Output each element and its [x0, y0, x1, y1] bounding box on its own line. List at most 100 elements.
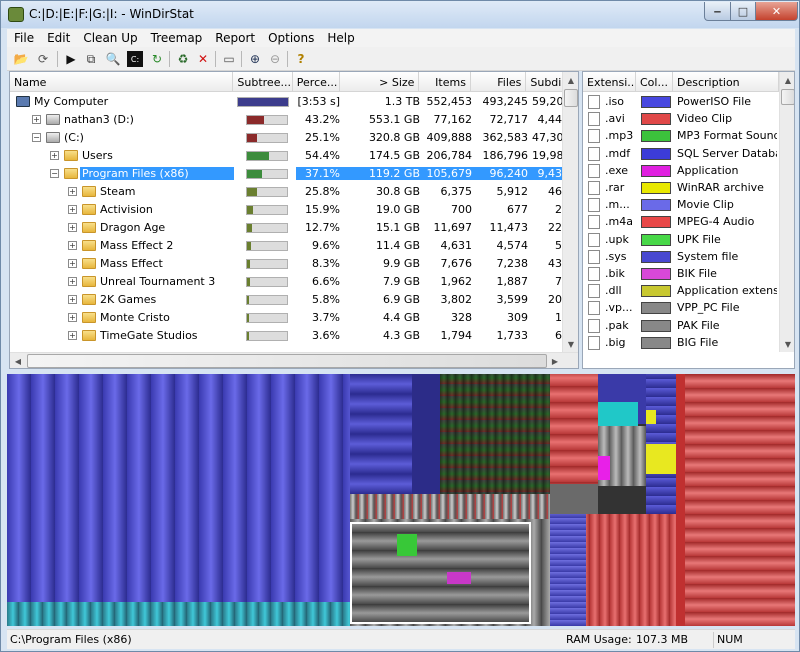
scroll-left-icon[interactable]: ◀: [10, 353, 26, 368]
col-items[interactable]: Items: [419, 72, 471, 92]
menu-options[interactable]: Options: [261, 29, 320, 47]
scroll-up-icon[interactable]: ▲: [780, 72, 794, 88]
tree-row[interactable]: + Steam 25.8% 30.8 GB 6,375 5,912 46: [10, 183, 562, 201]
tree-row[interactable]: − (C:) 25.1% 320.8 GB 409,888 362,583 47,30: [10, 129, 562, 147]
treemap-block-blue-3[interactable]: [412, 374, 440, 494]
tree-vertical-scrollbar[interactable]: ▲ ▼: [562, 72, 578, 352]
tree-hscroll-thumb[interactable]: [27, 354, 547, 368]
treemap-block-magenta[interactable]: [447, 572, 471, 584]
treemap-block-iso[interactable]: [7, 374, 350, 609]
col-files[interactable]: Files: [471, 72, 527, 92]
treemap-block-yellow[interactable]: [646, 444, 676, 474]
treemap-block-green[interactable]: [397, 534, 417, 556]
col-subdirs[interactable]: Subdir: [526, 72, 566, 92]
delete-icon[interactable]: ✕: [195, 51, 211, 67]
ext-scroll-thumb[interactable]: [781, 89, 794, 105]
expand-icon[interactable]: +: [68, 187, 77, 196]
tree-item-name[interactable]: Users: [80, 149, 234, 162]
menu-report[interactable]: Report: [208, 29, 261, 47]
extension-row[interactable]: .m... Movie Clip: [583, 196, 779, 214]
treemap-block-cyan[interactable]: [598, 402, 638, 426]
tree-item-name[interactable]: My Computer: [32, 95, 234, 108]
extension-row[interactable]: .big BIG File: [583, 334, 779, 352]
expand-icon[interactable]: −: [50, 169, 59, 178]
expand-icon[interactable]: +: [68, 313, 77, 322]
zoom-out-icon[interactable]: ⊖: [267, 51, 283, 67]
treemap-block-red-2[interactable]: [676, 374, 685, 626]
treemap-block-red-3[interactable]: [685, 374, 795, 626]
tree-row[interactable]: − Program Files (x86) 37.1% 119.2 GB 105,679…: [10, 165, 562, 183]
expand-icon[interactable]: +: [68, 241, 77, 250]
close-button[interactable]: ✕: [755, 2, 798, 21]
tree-row[interactable]: + Users 54.4% 174.5 GB 206,784 186,796 19,98: [10, 147, 562, 165]
tree-row[interactable]: My Computer [3:53 s] 1.3 TB 552,453 493,245 5…: [10, 93, 562, 111]
menu-file[interactable]: File: [7, 29, 40, 47]
expand-icon[interactable]: +: [68, 223, 77, 232]
expand-icon[interactable]: −: [32, 133, 41, 142]
cmd-icon[interactable]: C:: [127, 51, 143, 67]
tree-row[interactable]: +2K Games 5.8% 6.9 GB 3,802 3,599 20: [10, 291, 562, 309]
tree-row[interactable]: + Monte Cristo 3.7% 4.4 GB 328 309 1: [10, 309, 562, 327]
extension-row[interactable]: .avi Video Clip: [583, 110, 779, 128]
col-extension[interactable]: Extensi...: [583, 72, 636, 92]
minimize-button[interactable]: ‒: [704, 2, 731, 21]
tree-item-name[interactable]: Mass Effect 2: [98, 239, 234, 252]
col-subtree[interactable]: Subtree...: [233, 72, 293, 92]
tree-row[interactable]: + Unreal Tournament 3 6.6% 7.9 GB 1,962 1,887…: [10, 273, 562, 291]
expand-icon[interactable]: +: [68, 295, 77, 304]
menu-clean-up[interactable]: Clean Up: [76, 29, 143, 47]
tree-horizontal-scrollbar[interactable]: ◀ ▶: [10, 352, 578, 368]
directory-tree[interactable]: Name Subtree... Perce... > Size Items Fi…: [9, 71, 579, 369]
tree-scroll-thumb[interactable]: [564, 89, 578, 107]
copy-icon[interactable]: ⧉: [83, 51, 99, 67]
menu-help[interactable]: Help: [320, 29, 360, 47]
maximize-button[interactable]: □: [730, 2, 756, 21]
tree-row[interactable]: + TimeGate Studios 3.6% 4.3 GB 1,794 1,733 6: [10, 327, 562, 345]
treemap-selection-highlight[interactable]: [350, 522, 531, 624]
treemap-block-teal[interactable]: [7, 602, 350, 626]
tree-row[interactable]: + nathan3 (D:) 43.2% 553.1 GB 77,162 72,717 4,…: [10, 111, 562, 129]
extension-list[interactable]: Extensi... Col... Description .iso PowerI…: [582, 71, 795, 369]
refresh-all-icon[interactable]: ↻: [149, 51, 165, 67]
tree-item-name[interactable]: (C:): [62, 131, 234, 144]
extension-row[interactable]: .mdf SQL Server Database: [583, 145, 779, 163]
col-color[interactable]: Col...: [636, 72, 673, 92]
help-icon[interactable]: ?: [293, 51, 309, 67]
cleanup-icon[interactable]: ♻: [175, 51, 191, 67]
tree-row[interactable]: + Mass Effect 2 9.6% 11.4 GB 4,631 4,574 5: [10, 237, 562, 255]
treemap-block-magenta-2[interactable]: [598, 456, 610, 480]
ext-vertical-scrollbar[interactable]: ▲ ▼: [779, 72, 794, 352]
tree-row[interactable]: + Mass Effect 8.3% 9.9 GB 7,676 7,238 43: [10, 255, 562, 273]
menu-edit[interactable]: Edit: [40, 29, 76, 47]
extension-row[interactable]: .mp3 MP3 Format Sound: [583, 127, 779, 145]
expand-icon[interactable]: +: [68, 331, 77, 340]
expand-icon[interactable]: +: [50, 151, 59, 160]
tree-item-name[interactable]: Activision: [98, 203, 234, 216]
extension-row[interactable]: .bik BIK File: [583, 265, 779, 283]
col-name[interactable]: Name: [10, 72, 234, 92]
treemap-block-yellow-2[interactable]: [646, 410, 656, 424]
tree-item-name[interactable]: nathan3 (D:): [62, 113, 234, 126]
title-bar[interactable]: C:|D:|E:|F:|G:|I: - WinDirStat ‒ □ ✕: [1, 1, 799, 28]
treemap-block-gray-strip[interactable]: [350, 494, 550, 519]
open-icon[interactable]: 📂: [13, 51, 29, 67]
explorer-icon[interactable]: 🔍: [105, 51, 121, 67]
treemap-view[interactable]: [7, 374, 795, 626]
tree-item-name[interactable]: Mass Effect: [98, 257, 234, 270]
expand-icon[interactable]: +: [32, 115, 41, 124]
col-description[interactable]: Description: [673, 72, 779, 92]
scroll-down-icon[interactable]: ▼: [780, 336, 794, 352]
extension-row[interactable]: .pak PAK File: [583, 317, 779, 335]
tree-item-name[interactable]: Dragon Age: [98, 221, 234, 234]
treemap-block-blue-2[interactable]: [350, 374, 412, 494]
extension-row[interactable]: .sys System file: [583, 248, 779, 266]
col-percent[interactable]: Perce...: [293, 72, 341, 92]
expand-icon[interactable]: +: [68, 277, 77, 286]
tree-item-name[interactable]: Unreal Tournament 3: [98, 275, 234, 288]
expand-icon[interactable]: +: [68, 205, 77, 214]
tree-item-name[interactable]: TimeGate Studios: [98, 329, 234, 342]
tree-item-name[interactable]: Monte Cristo: [98, 311, 234, 324]
scroll-right-icon[interactable]: ▶: [547, 353, 563, 368]
properties-icon[interactable]: ▭: [221, 51, 237, 67]
extension-row[interactable]: .rar WinRAR archive: [583, 179, 779, 197]
